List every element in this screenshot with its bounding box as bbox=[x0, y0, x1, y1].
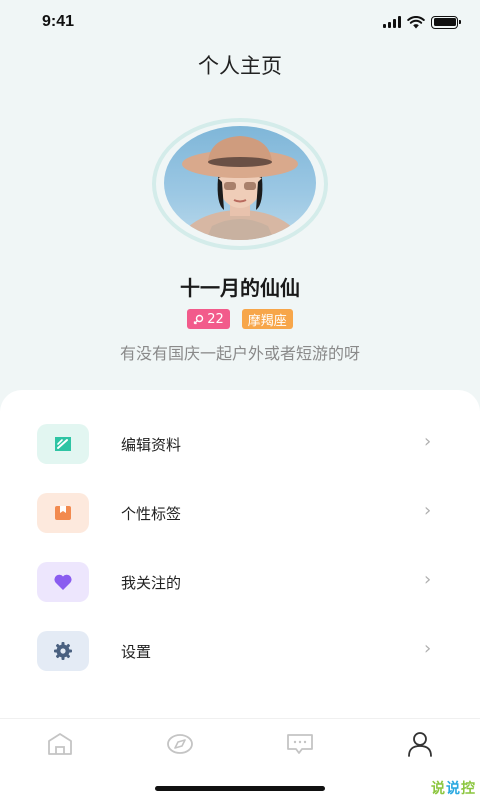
status-time: 9:41 bbox=[42, 13, 75, 30]
age-tag: 22 bbox=[187, 309, 230, 329]
female-icon bbox=[193, 314, 204, 324]
gear-icon bbox=[54, 642, 72, 660]
status-icons bbox=[383, 15, 461, 29]
menu-item-edit-profile[interactable]: 编辑资料 › bbox=[0, 414, 480, 474]
age-value: 22 bbox=[207, 311, 224, 327]
battery-icon bbox=[431, 15, 461, 29]
status-bar: 9:41 bbox=[0, 0, 480, 44]
menu-icon-bg bbox=[37, 424, 89, 464]
menu-item-tags[interactable]: 个性标签 › bbox=[0, 483, 480, 543]
chevron-right-icon: › bbox=[424, 638, 432, 659]
avatar[interactable] bbox=[164, 126, 316, 240]
compass-icon bbox=[167, 734, 193, 754]
menu-icon-bg bbox=[37, 631, 89, 671]
home-indicator bbox=[155, 786, 325, 791]
menu-card: 编辑资料 › 个性标签 › 我关注的 › 设置 › bbox=[0, 390, 480, 720]
profile-bio: 有没有国庆一起户外或者短游的呀 bbox=[119, 344, 360, 363]
chevron-right-icon: › bbox=[424, 500, 432, 521]
tab-home[interactable] bbox=[42, 729, 78, 759]
menu-item-settings[interactable]: 设置 › bbox=[0, 621, 480, 681]
signal-icon bbox=[383, 16, 401, 28]
watermark-char: 说 bbox=[446, 781, 461, 797]
chevron-right-icon: › bbox=[424, 569, 432, 590]
menu-icon-bg bbox=[37, 493, 89, 533]
profile-tags: 22 摩羯座 bbox=[0, 309, 480, 329]
menu-icon-bg bbox=[37, 562, 89, 602]
home-icon bbox=[48, 733, 72, 755]
tab-profile[interactable] bbox=[402, 729, 438, 759]
zodiac-tag: 摩羯座 bbox=[241, 309, 293, 329]
watermark-char: 说 bbox=[431, 781, 446, 797]
edit-icon bbox=[55, 437, 71, 451]
menu-label: 个性标签 bbox=[121, 505, 182, 523]
heart-icon bbox=[54, 574, 72, 590]
menu-label: 我关注的 bbox=[121, 574, 182, 592]
profile-name: 十一月的仙仙 bbox=[180, 276, 300, 300]
bookmark-icon bbox=[55, 506, 71, 520]
menu-item-following[interactable]: 我关注的 › bbox=[0, 552, 480, 612]
wifi-icon bbox=[407, 15, 425, 28]
tab-messages[interactable] bbox=[282, 729, 318, 759]
chat-icon bbox=[287, 734, 313, 754]
watermark-char: 控 bbox=[461, 781, 476, 797]
tab-discover[interactable] bbox=[162, 729, 198, 759]
user-icon bbox=[408, 732, 432, 757]
chevron-right-icon: › bbox=[424, 431, 432, 452]
menu-label: 编辑资料 bbox=[121, 436, 182, 454]
menu-label: 设置 bbox=[121, 643, 152, 661]
watermark: 说说控 bbox=[431, 778, 476, 798]
avatar-container[interactable] bbox=[152, 118, 332, 250]
page-title: 个人主页 bbox=[198, 54, 282, 78]
